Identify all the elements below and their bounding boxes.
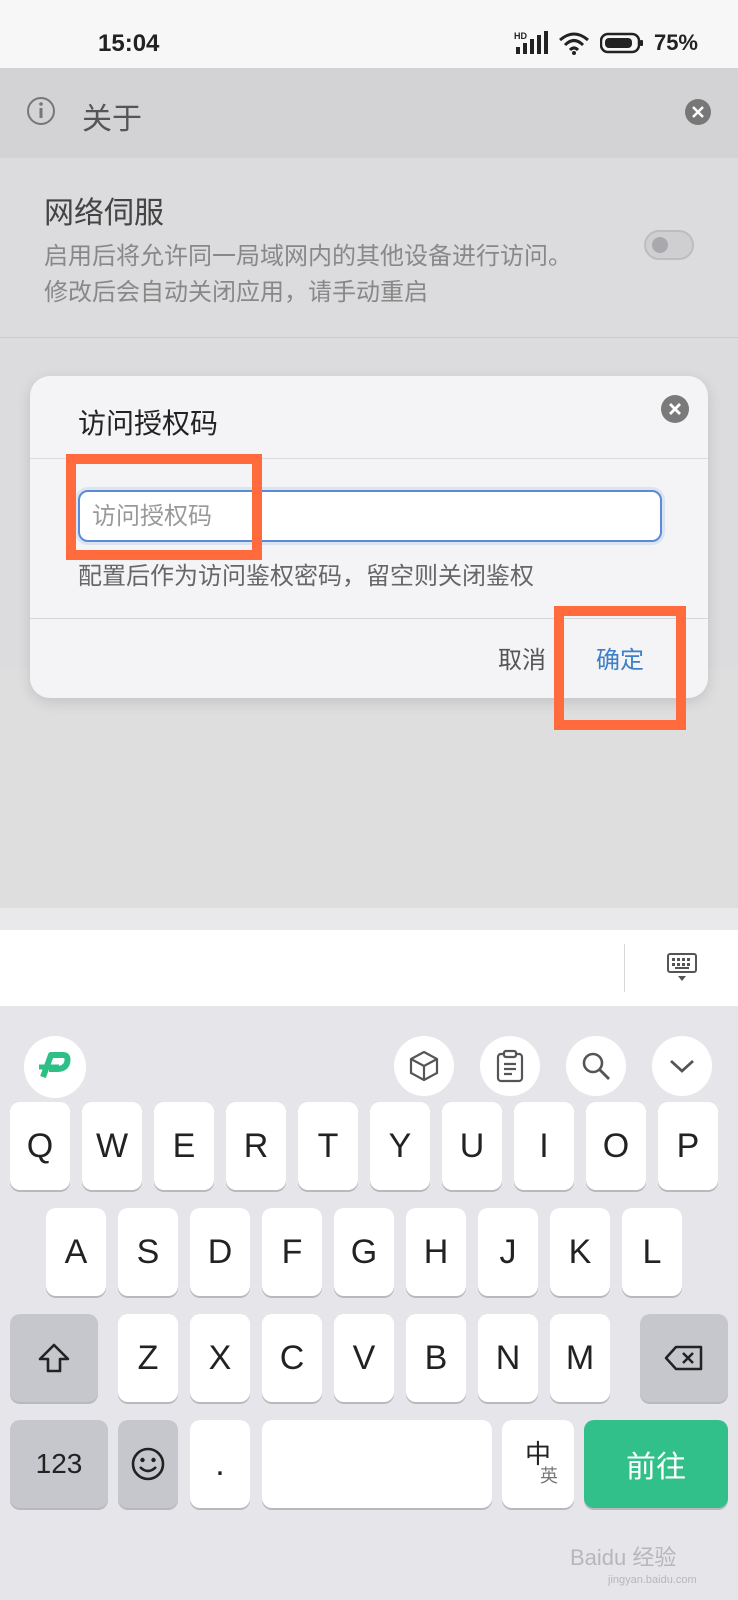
emoji-icon	[131, 1447, 165, 1481]
key-l[interactable]: L	[622, 1208, 682, 1296]
key-v[interactable]: V	[334, 1314, 394, 1402]
key-g[interactable]: G	[334, 1208, 394, 1296]
about-header: 关于	[0, 68, 738, 158]
ime-candidate-bar	[0, 930, 738, 1006]
ime-logo-icon[interactable]	[24, 1036, 86, 1098]
wifi-icon	[558, 32, 589, 55]
cube-icon[interactable]	[394, 1036, 454, 1096]
setting-title: 网络伺服	[44, 196, 164, 231]
period-key[interactable]: .	[190, 1420, 250, 1508]
highlight-box-confirm	[554, 606, 686, 730]
key-u[interactable]: U	[442, 1102, 502, 1190]
key-c[interactable]: C	[262, 1314, 322, 1402]
key-x[interactable]: X	[190, 1314, 250, 1402]
go-key[interactable]: 前往	[584, 1420, 728, 1508]
key-n[interactable]: N	[478, 1314, 538, 1402]
watermark: Baidu 经验	[570, 1545, 677, 1570]
dialog-hint: 配置后作为访问鉴权密码，留空则关闭鉴权	[78, 562, 534, 590]
keyboard-icon[interactable]	[666, 952, 698, 984]
language-switch-key[interactable]: 中 英	[502, 1420, 574, 1508]
lang-secondary: 英	[540, 1466, 558, 1487]
clipboard-icon[interactable]	[480, 1036, 540, 1096]
space-key[interactable]	[262, 1420, 492, 1508]
signal-icon: HD	[514, 31, 548, 54]
key-t[interactable]: T	[298, 1102, 358, 1190]
backspace-key[interactable]	[640, 1314, 728, 1402]
divider	[624, 944, 625, 992]
key-s[interactable]: S	[118, 1208, 178, 1296]
key-o[interactable]: O	[586, 1102, 646, 1190]
setting-description: 启用后将允许同一局域网内的其他设备进行访问。	[44, 242, 572, 270]
key-m[interactable]: M	[550, 1314, 610, 1402]
svg-text:HD: HD	[514, 31, 527, 41]
network-servo-toggle[interactable]	[644, 230, 694, 260]
about-title: 关于	[82, 102, 142, 137]
dialog-close-icon[interactable]	[660, 394, 690, 424]
close-icon[interactable]	[684, 98, 712, 126]
network-servo-setting: 网络伺服 启用后将允许同一局域网内的其他设备进行访问。 修改后会自动关闭应用，请…	[0, 158, 738, 338]
chevron-down-icon[interactable]	[652, 1036, 712, 1096]
key-b[interactable]: B	[406, 1314, 466, 1402]
setting-description-note: 修改后会自动关闭应用，请手动重启	[44, 278, 428, 306]
key-h[interactable]: H	[406, 1208, 466, 1296]
status-time: 15:04	[98, 30, 160, 57]
battery-icon	[599, 32, 643, 54]
key-r[interactable]: R	[226, 1102, 286, 1190]
key-j[interactable]: J	[478, 1208, 538, 1296]
key-k[interactable]: K	[550, 1208, 610, 1296]
shift-icon	[38, 1343, 70, 1373]
backspace-icon	[664, 1345, 703, 1371]
status-icons: HD 75%	[514, 30, 698, 56]
battery-percent: 75%	[653, 30, 698, 55]
key-y[interactable]: Y	[370, 1102, 430, 1190]
dialog-title: 访问授权码	[78, 407, 219, 440]
key-w[interactable]: W	[82, 1102, 142, 1190]
shift-key[interactable]	[10, 1314, 98, 1402]
key-f[interactable]: F	[262, 1208, 322, 1296]
key-p[interactable]: P	[658, 1102, 718, 1190]
highlight-box-input	[66, 454, 262, 560]
key-e[interactable]: E	[154, 1102, 214, 1190]
search-icon[interactable]	[566, 1036, 626, 1096]
key-d[interactable]: D	[190, 1208, 250, 1296]
watermark-url: jingyan.baidu.com	[608, 1574, 697, 1586]
emoji-key[interactable]	[118, 1420, 178, 1508]
info-icon	[27, 97, 55, 125]
cancel-button[interactable]: 取消	[498, 640, 546, 675]
key-q[interactable]: Q	[10, 1102, 70, 1190]
status-bar: 15:04 HD 75%	[0, 0, 738, 68]
key-z[interactable]: Z	[118, 1314, 178, 1402]
numbers-key[interactable]: 123	[10, 1420, 108, 1508]
key-a[interactable]: A	[46, 1208, 106, 1296]
key-i[interactable]: I	[514, 1102, 574, 1190]
lang-primary: 中	[524, 1440, 551, 1470]
soft-keyboard: Q W E R T Y U I O P A S D F G H J K L Z …	[0, 1006, 738, 1600]
